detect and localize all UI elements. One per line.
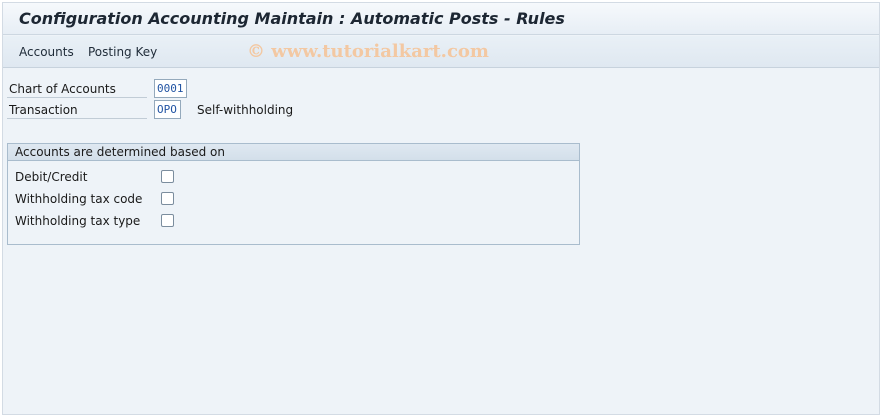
chart-of-accounts-label: Chart of Accounts [7, 79, 147, 98]
sap-window: Configuration Accounting Maintain : Auto… [2, 2, 880, 415]
option-debit-credit: Debit/Credit [15, 168, 215, 186]
option-withholding-tax-type: Withholding tax type [15, 212, 215, 230]
title-bar: Configuration Accounting Maintain : Auto… [3, 3, 879, 35]
transaction-input[interactable]: OPO [154, 100, 181, 119]
withholding-tax-type-label: Withholding tax type [15, 214, 141, 228]
withholding-tax-type-checkbox[interactable] [161, 214, 174, 227]
menu-item-posting-key[interactable]: Posting Key [88, 45, 157, 59]
chart-of-accounts-input[interactable]: 0001 [154, 79, 187, 98]
option-withholding-tax-code: Withholding tax code [15, 190, 215, 208]
group-title: Accounts are determined based on [8, 144, 579, 161]
withholding-tax-code-label: Withholding tax code [15, 192, 143, 206]
page-title: Configuration Accounting Maintain : Auto… [19, 9, 565, 28]
transaction-label: Transaction [7, 100, 147, 119]
debit-credit-checkbox[interactable] [161, 170, 174, 183]
debit-credit-label: Debit/Credit [15, 170, 88, 184]
withholding-tax-code-checkbox[interactable] [161, 192, 174, 205]
accounts-determination-group: Accounts are determined based on Debit/C… [7, 143, 580, 245]
menu-bar: Accounts Posting Key © www.tutorialkart.… [3, 36, 879, 68]
watermark-text: © www.tutorialkart.com [247, 41, 489, 62]
transaction-description: Self-withholding [197, 103, 294, 117]
menu-item-accounts[interactable]: Accounts [19, 45, 74, 59]
